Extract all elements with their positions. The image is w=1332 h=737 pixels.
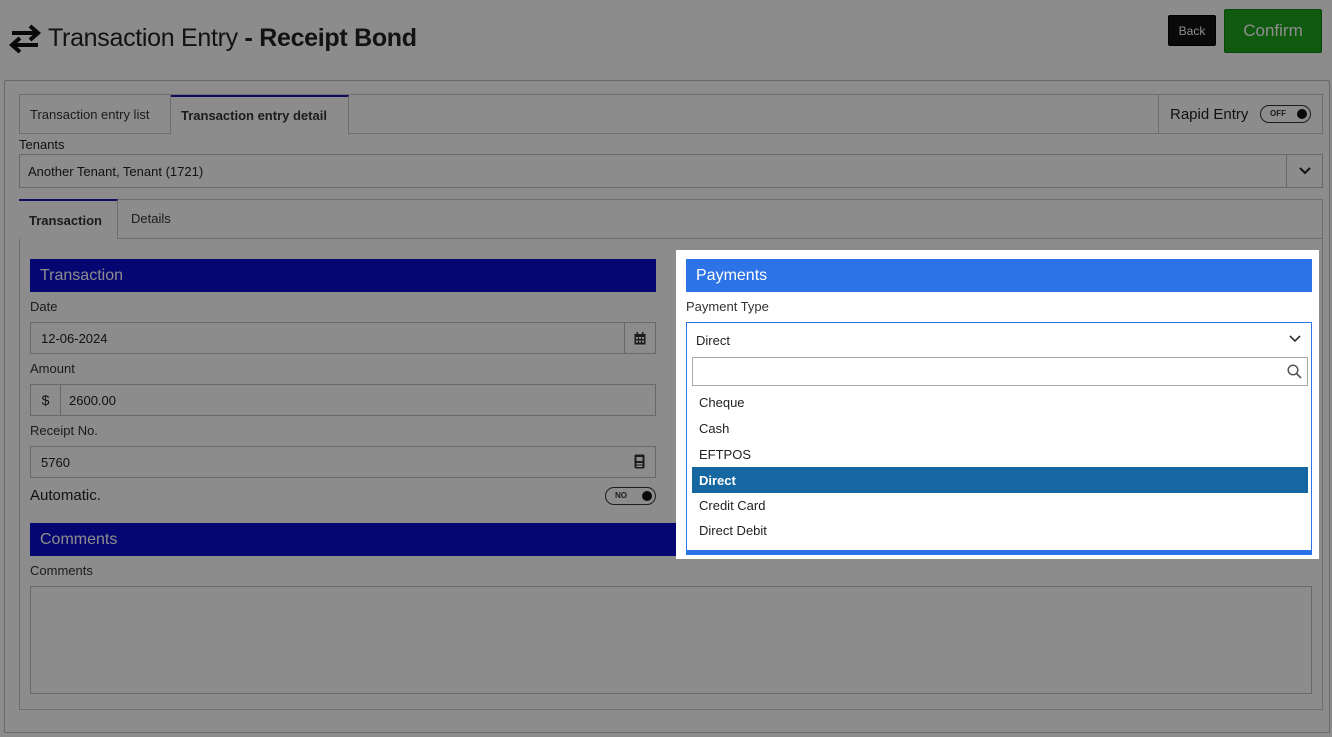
payment-type-dropdown: Cheque Cash EFTPOS Direct Credit Card Di…: [686, 355, 1312, 551]
payment-type-value: Direct: [696, 333, 730, 348]
option-direct-debit[interactable]: Direct Debit: [692, 517, 1308, 543]
payment-type-select[interactable]: Direct: [686, 322, 1312, 356]
option-direct[interactable]: Direct: [692, 467, 1308, 493]
payments-bottom-bar: [686, 550, 1312, 555]
search-icon: [1287, 364, 1302, 382]
option-cheque[interactable]: Cheque: [692, 389, 1308, 415]
option-credit-card[interactable]: Credit Card: [692, 492, 1308, 518]
payment-type-search-input[interactable]: [692, 357, 1308, 386]
chevron-down-icon[interactable]: [1289, 331, 1301, 346]
payment-type-label: Payment Type: [686, 299, 769, 314]
option-cash[interactable]: Cash: [692, 415, 1308, 441]
payments-section-header: Payments: [686, 259, 1312, 292]
option-eftpos[interactable]: EFTPOS: [692, 441, 1308, 467]
